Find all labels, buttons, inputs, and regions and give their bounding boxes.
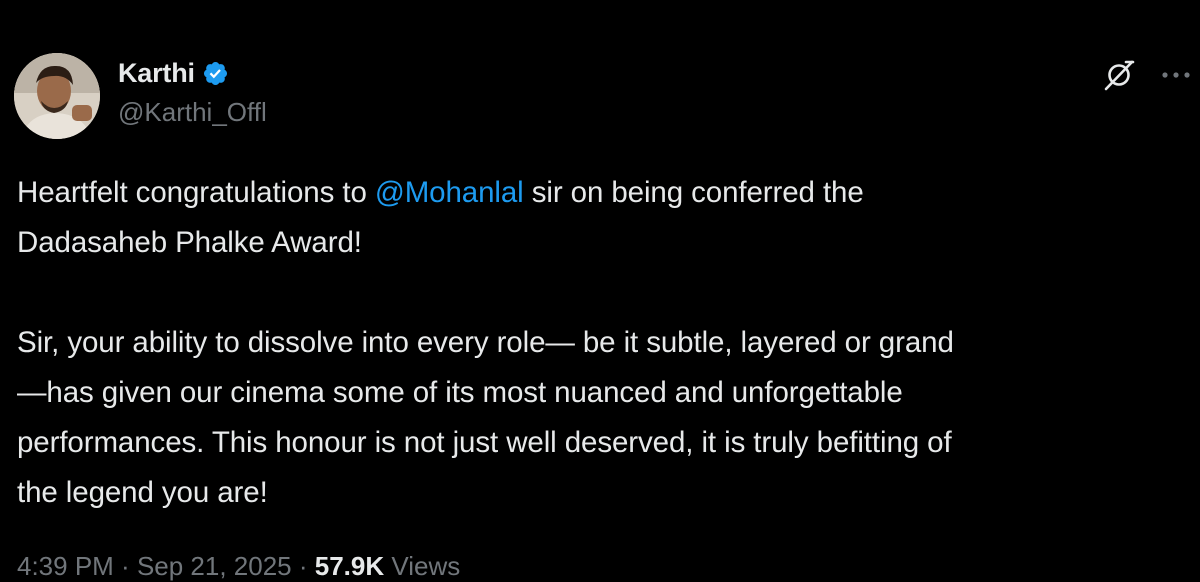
tweet-date[interactable]: Sep 21, 2025 bbox=[137, 551, 292, 581]
tweet-text-line: —has given our cinema some of its most n… bbox=[17, 376, 903, 409]
tweet-text-segment: Heartfelt congratulations to bbox=[17, 176, 375, 209]
views-label: Views bbox=[384, 551, 461, 581]
tweet-text-line: the legend you are! bbox=[17, 476, 268, 509]
tweet-top-actions bbox=[1102, 58, 1194, 92]
author-name-row: Karthi bbox=[118, 56, 229, 90]
verified-badge-icon[interactable] bbox=[202, 60, 229, 87]
tweet-text-line: performances. This honour is not just we… bbox=[17, 426, 952, 459]
meta-separator: · bbox=[291, 551, 315, 581]
avatar[interactable] bbox=[14, 53, 100, 139]
more-options-icon[interactable] bbox=[1158, 58, 1194, 92]
author-handle[interactable]: @Karthi_Offl bbox=[118, 97, 267, 128]
tweet-metadata: 4:39 PM · Sep 21, 2025 · 57.9K Views bbox=[17, 551, 460, 582]
tweet-time[interactable]: 4:39 PM bbox=[17, 551, 114, 581]
mention-link[interactable]: @Mohanlal bbox=[375, 176, 524, 209]
author-display-name[interactable]: Karthi bbox=[118, 58, 195, 89]
grok-icon[interactable] bbox=[1102, 58, 1136, 92]
tweet-text-line: Heartfelt congratulations to @Mohanlal s… bbox=[17, 168, 1200, 218]
views-count[interactable]: 57.9K bbox=[315, 551, 384, 581]
avatar-image bbox=[14, 53, 100, 139]
meta-separator: · bbox=[113, 551, 137, 581]
tweet-text-segment: sir on being conferred the bbox=[523, 176, 864, 209]
tweet-card: Karthi @Karthi_Offl Heartfelt congratula… bbox=[0, 0, 1200, 581]
tweet-text: Heartfelt congratulations to @Mohanlal s… bbox=[17, 168, 1200, 518]
tweet-text-line: Dadasaheb Phalke Award! bbox=[17, 226, 362, 259]
tweet-text-line: Sir, your ability to dissolve into every… bbox=[17, 326, 954, 359]
